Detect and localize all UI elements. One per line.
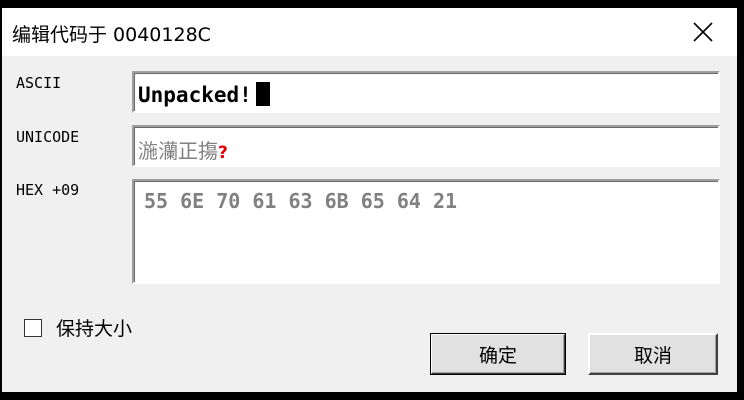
keep-size-label: 保持大小 — [56, 318, 133, 340]
keep-size-option[interactable]: 保持大小 — [24, 314, 132, 341]
text-caret — [255, 82, 270, 106]
cancel-button[interactable]: 取消 — [588, 333, 718, 375]
close-icon — [693, 22, 713, 42]
unicode-input[interactable]: 湤灡正摥? — [132, 125, 720, 167]
close-button[interactable] — [669, 8, 737, 56]
ascii-value: Unpacked! — [138, 83, 252, 107]
unicode-label: UNICODE — [16, 128, 80, 146]
unicode-invalid-char: ? — [218, 143, 228, 163]
hex-label: HEX +09 — [16, 181, 80, 199]
title-bar: 编辑代码于 0040128C — [2, 8, 737, 56]
edit-code-dialog: 编辑代码于 0040128C ASCII Unpacked! UNICODE 湤… — [2, 8, 737, 392]
hex-input[interactable]: 55 6E 70 61 63 6B 65 64 21 — [132, 179, 720, 284]
ascii-label: ASCII — [16, 74, 62, 92]
ascii-input[interactable]: Unpacked! — [132, 71, 720, 113]
hex-value: 55 6E 70 61 63 6B 65 64 21 — [144, 189, 458, 213]
keep-size-checkbox[interactable] — [24, 318, 42, 337]
dialog-title: 编辑代码于 0040128C — [12, 24, 211, 46]
unicode-value: 湤灡正摥 — [138, 139, 218, 163]
ok-button[interactable]: 确定 — [430, 333, 566, 375]
